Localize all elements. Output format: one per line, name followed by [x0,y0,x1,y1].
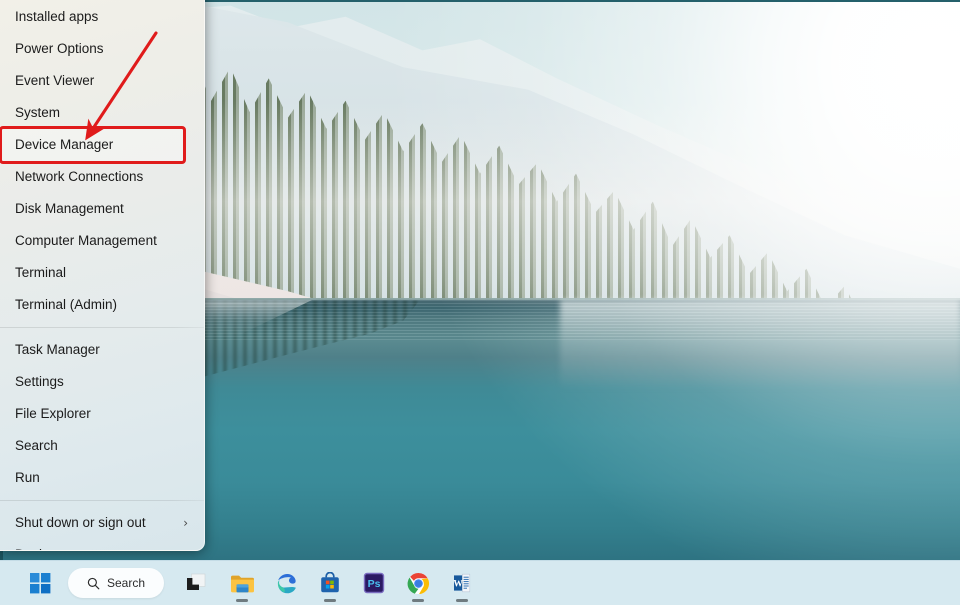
menu-item-label: Event Viewer [15,65,94,97]
menu-item-label: Task Manager [15,334,100,366]
taskbar-item-task-view[interactable] [174,563,218,603]
power-user-menu-list: Installed appsPower OptionsEvent ViewerS… [0,0,204,551]
menu-item-settings[interactable]: Settings [0,366,204,398]
menu-item-desktop[interactable]: Desktop [0,539,204,551]
menu-separator [0,500,204,501]
task-view-icon [185,573,207,593]
edge-icon [275,572,298,595]
menu-item-terminal[interactable]: Terminal [0,257,204,289]
search-input[interactable]: Search [68,568,164,598]
running-indicator [236,599,248,602]
menu-item-task-manager[interactable]: Task Manager [0,334,204,366]
menu-item-label: Run [15,462,40,494]
menu-item-label: Terminal (Admin) [15,289,117,321]
menu-item-device-manager[interactable]: Device Manager [2,129,183,161]
menu-item-shut-down-or-sign-out[interactable]: Shut down or sign out › [0,507,204,539]
svg-text:Ps: Ps [368,578,381,590]
running-indicator [456,599,468,602]
taskbar-items: Search [0,563,484,603]
menu-item-power-options[interactable]: Power Options [0,33,204,65]
svg-text:W: W [453,578,463,589]
menu-item-event-viewer[interactable]: Event Viewer [0,65,204,97]
menu-item-label: Shut down or sign out [15,507,146,539]
taskbar-item-google-chrome[interactable] [396,563,440,603]
search-label: Search [107,576,145,590]
power-user-menu[interactable]: Installed appsPower OptionsEvent ViewerS… [0,0,205,551]
menu-item-file-explorer[interactable]: File Explorer [0,398,204,430]
taskbar-item-microsoft-word[interactable]: W [440,563,484,603]
taskbar[interactable]: Search [0,560,960,605]
chevron-right-icon: › [183,517,192,529]
menu-item-computer-management[interactable]: Computer Management [0,225,204,257]
running-indicator [324,599,336,602]
menu-item-label: Settings [15,366,64,398]
menu-item-label: Disk Management [15,193,124,225]
menu-item-system[interactable]: System [0,97,204,129]
menu-item-label: Device Manager [15,129,113,161]
menu-item-label: Desktop [15,539,65,551]
menu-item-label: Installed apps [15,1,98,33]
menu-item-label: Computer Management [15,225,157,257]
microsoft-store-icon [319,572,341,594]
menu-item-disk-management[interactable]: Disk Management [0,193,204,225]
menu-item-installed-apps[interactable]: Installed apps [0,1,204,33]
chrome-icon [407,572,430,595]
menu-item-run[interactable]: Run [0,462,204,494]
start-button[interactable] [18,563,62,603]
menu-item-network-connections[interactable]: Network Connections [0,161,204,193]
menu-item-search[interactable]: Search [0,430,204,462]
windows-logo-icon [30,573,51,594]
taskbar-item-microsoft-edge[interactable] [264,563,308,603]
menu-item-label: File Explorer [15,398,91,430]
menu-item-label: Network Connections [15,161,143,193]
word-icon: W [451,572,473,594]
photoshop-icon: Ps [363,572,385,594]
file-explorer-icon [230,573,255,594]
taskbar-item-file-explorer[interactable] [220,563,264,603]
menu-separator [0,327,204,328]
running-indicator [412,599,424,602]
taskbar-item-adobe-photoshop[interactable]: Ps [352,563,396,603]
taskbar-item-microsoft-store[interactable] [308,563,352,603]
menu-item-label: Power Options [15,33,104,65]
menu-item-terminal-admin[interactable]: Terminal (Admin) [0,289,204,321]
menu-item-label: Terminal [15,257,66,289]
search-icon [87,577,100,590]
menu-item-label: Search [15,430,58,462]
menu-item-label: System [15,97,60,129]
